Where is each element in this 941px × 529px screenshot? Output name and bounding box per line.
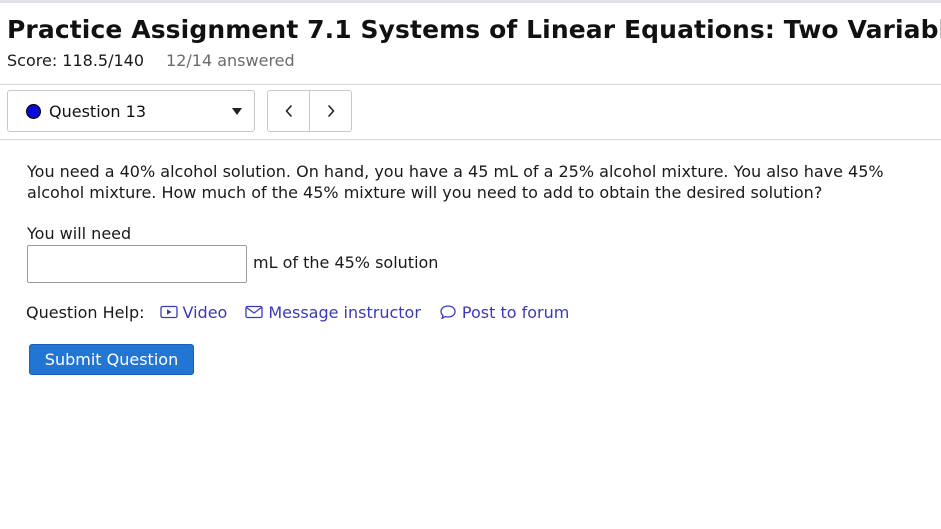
next-question-button[interactable]	[309, 91, 351, 131]
question-help: Question Help: Video Message instructor …	[26, 300, 569, 324]
question-selector-label: Question 13	[49, 101, 147, 121]
divider	[0, 139, 941, 140]
page-title: Practice Assignment 7.1 Systems of Linea…	[7, 15, 941, 44]
question-nav-buttons	[267, 90, 352, 132]
answered-count: 12/14 answered	[166, 51, 295, 70]
video-icon	[159, 305, 178, 319]
answer-input[interactable]	[27, 245, 247, 283]
chevron-left-icon	[285, 105, 292, 117]
answer-unit: mL of the 45% solution	[253, 253, 439, 272]
score-line: Score: 118.5/140 12/14 answered	[7, 50, 927, 72]
video-link[interactable]: Video	[159, 302, 228, 322]
speech-bubble-icon	[439, 304, 457, 320]
score-text: Score: 118.5/140	[7, 51, 145, 70]
top-strip	[0, 0, 941, 3]
submit-question-button[interactable]: Submit Question	[29, 344, 194, 375]
video-link-label: Video	[182, 302, 228, 322]
post-to-forum-label: Post to forum	[461, 302, 570, 322]
message-instructor-label: Message instructor	[268, 302, 421, 322]
question-help-label: Question Help:	[26, 302, 145, 322]
question-status-dot	[26, 103, 41, 119]
message-instructor-link[interactable]: Message instructor	[245, 303, 421, 322]
chevron-right-icon	[327, 105, 334, 117]
assignment-header: Practice Assignment 7.1 Systems of Linea…	[7, 14, 941, 72]
answer-prompt: You will need	[27, 224, 132, 243]
question-text: You need a 40% alcohol solution. On hand…	[27, 162, 884, 202]
question-selector[interactable]: Question 13	[7, 90, 255, 132]
divider	[0, 84, 941, 85]
previous-question-button[interactable]	[268, 91, 309, 131]
envelope-icon	[245, 305, 263, 319]
post-to-forum-link[interactable]: Post to forum	[439, 303, 569, 322]
chevron-down-icon	[232, 107, 242, 115]
